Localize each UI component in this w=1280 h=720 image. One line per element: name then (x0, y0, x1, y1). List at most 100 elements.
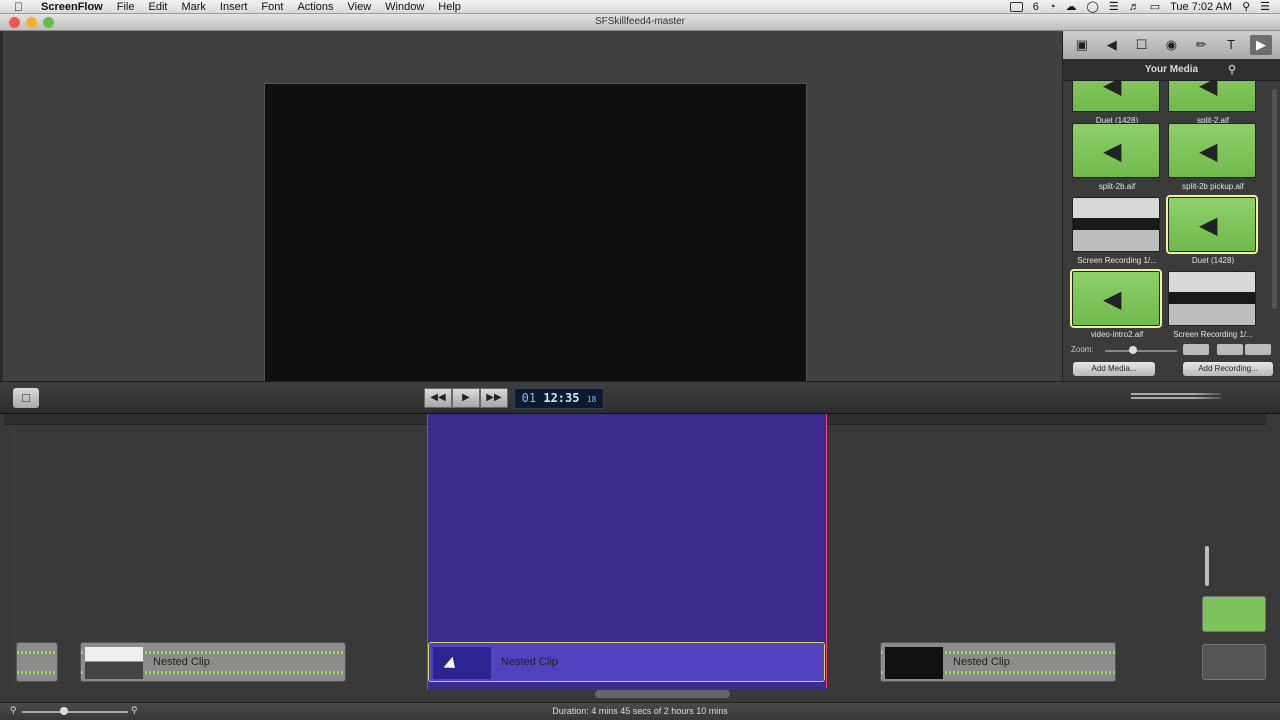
menu-app[interactable]: ScreenFlow (41, 0, 103, 14)
zoom-slider[interactable] (1105, 350, 1177, 352)
menu-font[interactable]: Font (261, 0, 283, 14)
timecode-value: 12:35 (543, 391, 580, 405)
callout-icon[interactable]: ◉ (1160, 35, 1182, 55)
cloud-icon[interactable]: ☁ (1066, 0, 1077, 14)
menu-window[interactable]: Window (385, 0, 424, 14)
track-controls (1200, 530, 1270, 690)
audio-icon (1072, 81, 1160, 112)
list-icon[interactable]: ☰ (1260, 0, 1270, 14)
media-caption: Duet (1428) (1191, 256, 1235, 265)
media-item[interactable]: split-2b pickup.aif (1168, 123, 1258, 191)
annotation-icon[interactable]: ✏ (1190, 35, 1212, 55)
badge-count[interactable]: 6 (1033, 0, 1039, 14)
clip-partial[interactable] (16, 642, 58, 682)
media-item[interactable]: Screen Recording 1/... (1072, 197, 1162, 265)
track-handles (3, 428, 15, 688)
battery-icon[interactable]: ▭ (1150, 0, 1160, 14)
menu-bar:  ScreenFlow File Edit Mark Insert Font … (0, 0, 1280, 14)
clip-thumbnail (885, 647, 943, 679)
screenflow-icon[interactable] (1009, 2, 1023, 12)
menu-view[interactable]: View (348, 0, 372, 14)
nested-clip[interactable]: Nested Clip (880, 642, 1116, 682)
audio-meter (1131, 393, 1221, 403)
screen-icon[interactable]: ☐ (1131, 35, 1153, 55)
media-caption: Screen Recording 1/... (1077, 256, 1157, 265)
media-item[interactable]: video-intro2.aif (1070, 269, 1162, 339)
media-item[interactable]: Screen Recording 1/... (1168, 271, 1258, 339)
timecode-display: 01 12:35 18 (514, 388, 604, 409)
media-icon[interactable]: ▶ (1249, 35, 1272, 55)
menu-items: ScreenFlow File Edit Mark Insert Font Ac… (41, 0, 475, 14)
controls-bar: □ ◀◀ ▶ ▶▶ 01 12:35 18 (0, 381, 1280, 414)
status-bar: ⚲ ⚲ Duration: 4 mins 45 secs of 2 hours … (0, 702, 1280, 720)
timecode-prefix: 01 (521, 391, 537, 405)
zoom-label: Zoom: (1071, 345, 1094, 354)
view-options-button[interactable] (1183, 344, 1209, 355)
media-item[interactable]: Duet (1428) (1072, 81, 1162, 125)
media-item[interactable]: Duet (1428) (1166, 195, 1258, 265)
play-button[interactable]: ▶ (452, 388, 480, 408)
title-bar: SFSkillfeed4-master (0, 14, 1280, 31)
transport-controls: ◀◀ ▶ ▶▶ (424, 388, 508, 408)
wifi-icon[interactable]: ☰ (1109, 0, 1119, 14)
window-title: SFSkillfeed4-master (594, 16, 686, 27)
list-view-button[interactable] (1245, 344, 1271, 355)
nested-clip-selected[interactable]: Nested Clip (428, 642, 825, 682)
video-icon[interactable]: ▣ (1071, 35, 1093, 55)
zoom-knob[interactable] (1129, 346, 1137, 354)
media-caption: video-intro2.aif (1090, 330, 1144, 339)
audio-icon (1072, 123, 1160, 178)
media-caption: split-2b pickup.aif (1182, 182, 1244, 191)
clip-label: Nested Clip (953, 656, 1010, 668)
menu-file[interactable]: File (117, 0, 135, 14)
timer-icon[interactable]: ◯ (1087, 0, 1099, 14)
text-icon[interactable]: T (1220, 35, 1242, 55)
video-track-toggle[interactable] (1202, 644, 1266, 680)
search-icon[interactable]: ⚲ (1242, 0, 1250, 14)
media-grid: Duet (1428) split-2.aif split-2b.aif spl… (1063, 81, 1273, 343)
audio-track-toggle[interactable] (1202, 596, 1266, 632)
clip-label: Nested Clip (153, 656, 210, 668)
video-thumbnail (1168, 271, 1256, 326)
apple-icon[interactable]:  (14, 0, 23, 14)
media-caption: split-2b.aif (1098, 182, 1136, 191)
media-item[interactable]: split-2.aif (1168, 81, 1258, 125)
zoom-row: Zoom: (1063, 343, 1280, 357)
timecode-frames: 18 (586, 395, 597, 404)
audio-icon (1168, 123, 1256, 178)
add-media-button[interactable]: Add Media... (1073, 362, 1155, 376)
menu-insert[interactable]: Insert (220, 0, 248, 14)
search-icon[interactable]: ⚲ (1228, 59, 1236, 81)
timeline[interactable]: Nested Clip Nested Clip Nested Clip (0, 414, 1280, 702)
clock[interactable]: Tue 7:02 AM (1170, 0, 1232, 14)
status-menus: 6 ◔ ☁ ◯ ☰ ♬ ▭ Tue 7:02 AM ⚲ ☰ (1009, 0, 1270, 14)
media-header: Your Media ⚲ (1063, 59, 1280, 81)
nested-clip[interactable]: Nested Clip (80, 642, 346, 682)
audio-icon (1070, 269, 1162, 328)
headphones-icon[interactable]: ◔ (1049, 0, 1056, 14)
menu-edit[interactable]: Edit (148, 0, 167, 14)
add-recording-button[interactable]: Add Recording... (1183, 362, 1273, 376)
crop-icon[interactable]: □ (13, 388, 39, 408)
menu-actions[interactable]: Actions (297, 0, 333, 14)
fast-forward-button[interactable]: ▶▶ (480, 388, 508, 408)
media-caption: Screen Recording 1/... (1173, 330, 1253, 339)
track-height-slider[interactable] (1205, 546, 1209, 586)
properties-toolbar: ▣ ◀ ☐ ◉ ✏ T ▶ (1063, 31, 1280, 59)
timeline-scrollbar[interactable] (595, 690, 730, 698)
duration-text: Duration: 4 mins 45 secs of 2 hours 10 m… (552, 706, 728, 716)
media-item[interactable]: split-2b.aif (1072, 123, 1162, 191)
media-scrollbar[interactable] (1272, 89, 1277, 309)
playhead[interactable] (826, 414, 827, 688)
audio-icon[interactable]: ◀ (1101, 35, 1123, 55)
rewind-button[interactable]: ◀◀ (424, 388, 452, 408)
video-thumbnail (1072, 197, 1160, 252)
menu-mark[interactable]: Mark (181, 0, 205, 14)
preview-area (0, 31, 1062, 389)
grid-view-button[interactable] (1217, 344, 1243, 355)
volume-icon[interactable]: ♬ (1129, 0, 1140, 14)
clip-label: Nested Clip (501, 656, 558, 668)
menu-help[interactable]: Help (438, 0, 461, 14)
media-sidebar: ▣ ◀ ☐ ◉ ✏ T ▶ Your Media ⚲ Duet (1428) s… (1062, 31, 1280, 381)
canvas-preview[interactable] (264, 83, 807, 389)
